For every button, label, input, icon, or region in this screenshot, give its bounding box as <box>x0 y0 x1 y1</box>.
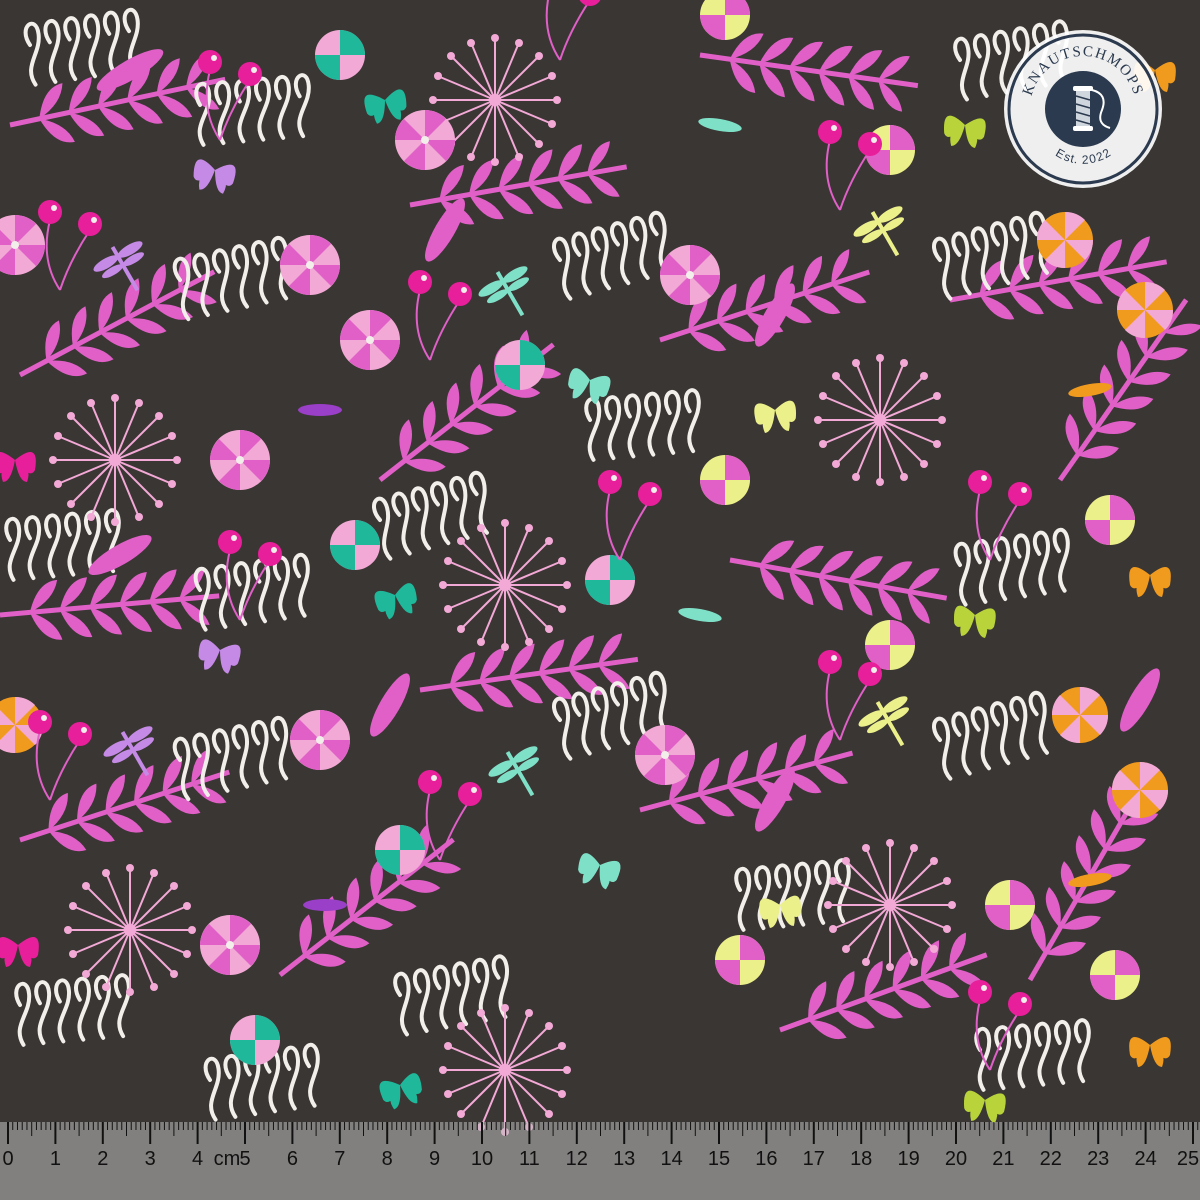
ruler-label: 16 <box>755 1148 778 1170</box>
ruler-label: 18 <box>850 1148 873 1170</box>
ruler-label: 9 <box>429 1148 441 1170</box>
ruler-ticks <box>7 1122 1199 1144</box>
ruler-label: 3 <box>144 1148 156 1170</box>
ruler-label: 22 <box>1039 1148 1062 1170</box>
measuring-ruler: 0 1 2 3 4 5 6 7 8 9 10 11 12 13 14 15 16 17 18 19 20 21 22 23 24… <box>0 1122 1200 1200</box>
ruler-label: 19 <box>897 1148 920 1170</box>
ruler-label: 4 <box>192 1148 204 1170</box>
ruler-label: 1 <box>49 1148 61 1170</box>
ruler-label: 2 <box>97 1148 109 1170</box>
ruler-label: 6 <box>286 1148 298 1170</box>
ruler-label: 10 <box>470 1148 494 1170</box>
ruler-label: 13 <box>613 1148 636 1170</box>
ruler-label: 5 <box>239 1148 251 1170</box>
ruler-label: 14 <box>660 1148 683 1170</box>
ruler-label: 7 <box>334 1148 346 1170</box>
ruler-label: 25 <box>1176 1148 1200 1170</box>
fabric-photo: KNAUTSCHMOPS Est. 2022 0 1 2 3 4 5 6 7 8 9 10 11 12 1… <box>0 0 1200 1200</box>
ruler-label: 0 <box>2 1148 14 1170</box>
ruler-label: 24 <box>1134 1148 1157 1170</box>
ruler-label: 21 <box>992 1148 1015 1170</box>
ruler-label: 11 <box>519 1148 540 1170</box>
ruler-label: 20 <box>944 1148 968 1170</box>
ruler-label: 12 <box>565 1148 588 1170</box>
ruler-label: 17 <box>802 1148 825 1170</box>
ruler-label: 8 <box>381 1148 393 1170</box>
ruler-label: 15 <box>707 1148 731 1170</box>
brand-logo: KNAUTSCHMOPS Est. 2022 <box>1004 30 1162 188</box>
ruler-unit-label: cm <box>213 1148 241 1170</box>
ruler-label: 23 <box>1087 1148 1110 1170</box>
